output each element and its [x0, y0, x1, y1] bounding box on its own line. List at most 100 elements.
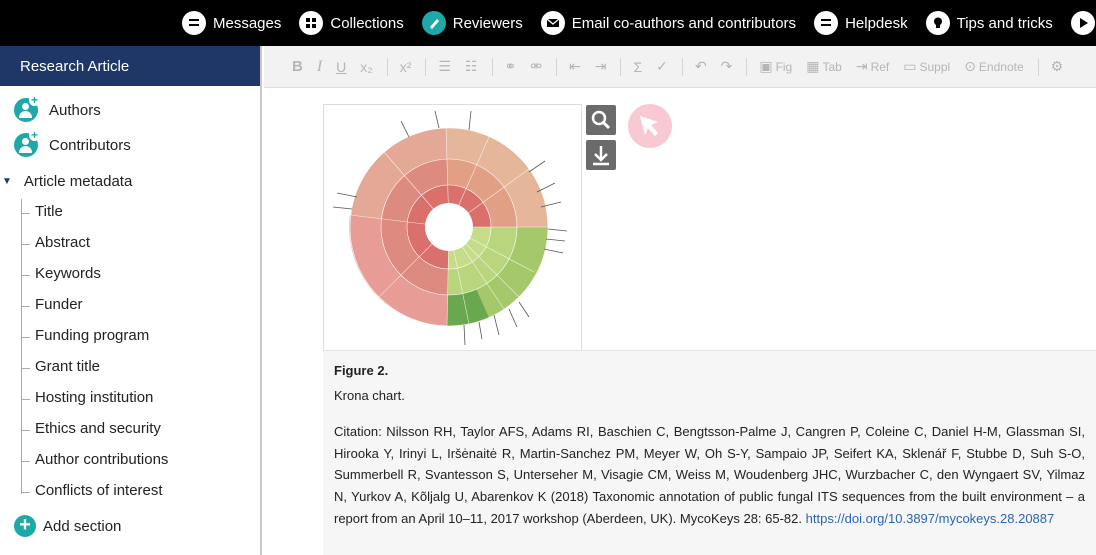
figure-caption: Figure 2. Krona chart. Citation: Nilsson… [323, 350, 1096, 555]
download-button[interactable] [586, 140, 616, 170]
nav-messages-label: Messages [213, 14, 282, 32]
sidebar-item-keywords[interactable]: Keywords [21, 265, 101, 282]
insert-figure-button[interactable]: ▣ Fig [759, 58, 792, 75]
magnifier-icon [591, 110, 611, 130]
nav-email[interactable]: Email co-authors and contributors [540, 11, 797, 35]
nav-reviewers[interactable]: Reviewers [421, 11, 523, 35]
insert-table-label: Tab [822, 59, 842, 74]
redo-icon[interactable]: ↷ [721, 58, 733, 75]
toolbar-divider [1037, 57, 1039, 76]
sidebar-item-conflicts-of-interest[interactable]: Conflicts of interest [21, 482, 163, 499]
editor-toolbar: B I U x₂ x² ☰ ☷ ⚭ ⚮ ⇤ ⇥ Σ ✓ ↶ ↷ ▣ Fig ▦ Ta… [264, 46, 1096, 88]
top-navigation-bar: Messages Collections Reviewers Email co-… [0, 0, 1096, 46]
insert-table-button[interactable]: ▦ Tab [806, 58, 842, 75]
spellcheck-icon[interactable]: ✓ [656, 58, 668, 75]
sidebar-item-abstract[interactable]: Abstract [20, 234, 90, 251]
outdent-icon[interactable]: ⇤ [569, 58, 581, 75]
italic-button[interactable]: I [317, 58, 322, 76]
collections-grid-icon [299, 11, 324, 35]
add-person-icon: + [14, 129, 40, 157]
sidebar-item-contributors[interactable]: + Contributors [14, 129, 131, 157]
nav-helpdesk[interactable]: Helpdesk [814, 11, 908, 35]
top-nav: Messages Collections Reviewers Email co-… [182, 0, 1096, 46]
insert-figure-label: Fig [775, 59, 793, 74]
nav-tips-label: Tips and tricks [956, 14, 1053, 32]
insert-supplementary-button[interactable]: ▭ Suppl [903, 58, 950, 75]
underline-button[interactable]: U [336, 59, 346, 75]
nav-messages[interactable]: Messages [182, 11, 281, 35]
insert-reference-button[interactable]: ⇥ Ref [856, 58, 889, 75]
sidebar-item-grant-title[interactable]: Grant title [20, 358, 100, 375]
folder-icon: ▭ [903, 58, 917, 74]
doi-link[interactable]: https://doi.org/10.3897/mycokeys.28.2088… [806, 511, 1055, 526]
toolbar-divider [746, 57, 748, 76]
zoom-button[interactable] [586, 105, 616, 135]
indent-icon[interactable]: ⇥ [595, 58, 607, 75]
sidebar-item-funding-program[interactable]: Funding program [20, 327, 149, 344]
image-icon: ▣ [759, 58, 773, 74]
nav-reviewers-label: Reviewers [452, 14, 523, 32]
cursor-highlight [628, 104, 672, 148]
helpdesk-chat-icon [814, 11, 839, 35]
bold-button[interactable]: B [292, 58, 303, 75]
reviewers-pen-icon [421, 11, 446, 35]
sidebar-item-author-contributions[interactable]: Author contributions [20, 451, 168, 468]
toolbar-divider [491, 57, 493, 76]
insert-endnote-label: Endnote [978, 59, 1024, 74]
link-icon[interactable]: ⚭ [505, 58, 517, 75]
insert-supplementary-label: Suppl [919, 59, 951, 74]
nav-email-label: Email co-authors and contributors [571, 14, 797, 32]
toolbar-divider [681, 57, 683, 76]
plus-circle-icon: + [14, 515, 36, 537]
add-section-button[interactable]: + Add section [14, 515, 121, 537]
add-section-label: Add section [43, 517, 122, 535]
sidebar-item-funder[interactable]: Funder [21, 296, 83, 313]
toolbar-divider [620, 57, 622, 76]
sidebar-item-hosting-institution[interactable]: Hosting institution [20, 389, 153, 406]
krona-chart-graphic [332, 110, 568, 346]
play-icon [1070, 11, 1095, 35]
toolbar-divider [425, 57, 427, 76]
nav-tutorials[interactable]: Tu [1070, 11, 1096, 35]
insert-endnote-button[interactable]: ⊙ Endnote [964, 58, 1023, 75]
download-arrow-icon [593, 146, 609, 166]
endnote-icon: ⊙ [964, 58, 976, 74]
caret-down-icon: ▼ [2, 176, 12, 187]
article-metadata-label: Article metadata [23, 173, 133, 190]
subscript-button[interactable]: x₂ [360, 59, 372, 75]
insert-reference-label: Ref [870, 59, 890, 74]
sidebar-item-title[interactable]: Title [21, 203, 63, 220]
chat-bubble-icon [182, 11, 206, 35]
envelope-icon [540, 11, 565, 35]
sidebar-title: Research Article [0, 46, 260, 86]
nav-collections[interactable]: Collections [299, 11, 404, 35]
figure-image[interactable] [323, 104, 582, 350]
figure-citation: Citation: Nilsson RH, Taylor AFS, Adams … [334, 421, 1085, 530]
figure-label: Figure 2. [334, 363, 389, 378]
nav-helpdesk-label: Helpdesk [845, 14, 908, 32]
bullet-list-icon[interactable]: ☷ [465, 58, 478, 75]
settings-icon[interactable]: ⚙ [1051, 58, 1064, 75]
nav-collections-label: Collections [330, 14, 404, 32]
table-icon: ▦ [806, 58, 820, 74]
numbered-list-icon[interactable]: ☰ [438, 58, 451, 75]
sidebar-item-contributors-label: Contributors [49, 136, 131, 154]
nav-tips[interactable]: Tips and tricks [925, 11, 1053, 35]
unlink-icon[interactable]: ⚮ [530, 58, 542, 75]
mouse-pointer-icon [640, 116, 658, 136]
sidebar: Research Article + Authors + Contributor… [0, 46, 262, 555]
figure-title: Krona chart. [334, 388, 405, 403]
add-person-icon: + [14, 94, 40, 122]
math-sigma-icon[interactable]: Σ [633, 59, 642, 75]
lightbulb-icon [925, 11, 950, 35]
reference-icon: ⇥ [855, 58, 868, 74]
toolbar-divider [386, 57, 388, 76]
undo-icon[interactable]: ↶ [695, 58, 707, 75]
sidebar-item-authors-label: Authors [49, 101, 101, 119]
sidebar-item-authors[interactable]: + Authors [14, 94, 101, 122]
superscript-button[interactable]: x² [400, 59, 412, 75]
sidebar-item-ethics-and-security[interactable]: Ethics and security [21, 420, 161, 437]
krona-center [425, 203, 473, 251]
toolbar-divider [556, 57, 557, 76]
sidebar-item-article-metadata[interactable]: ▼ Article metadata [2, 173, 132, 190]
